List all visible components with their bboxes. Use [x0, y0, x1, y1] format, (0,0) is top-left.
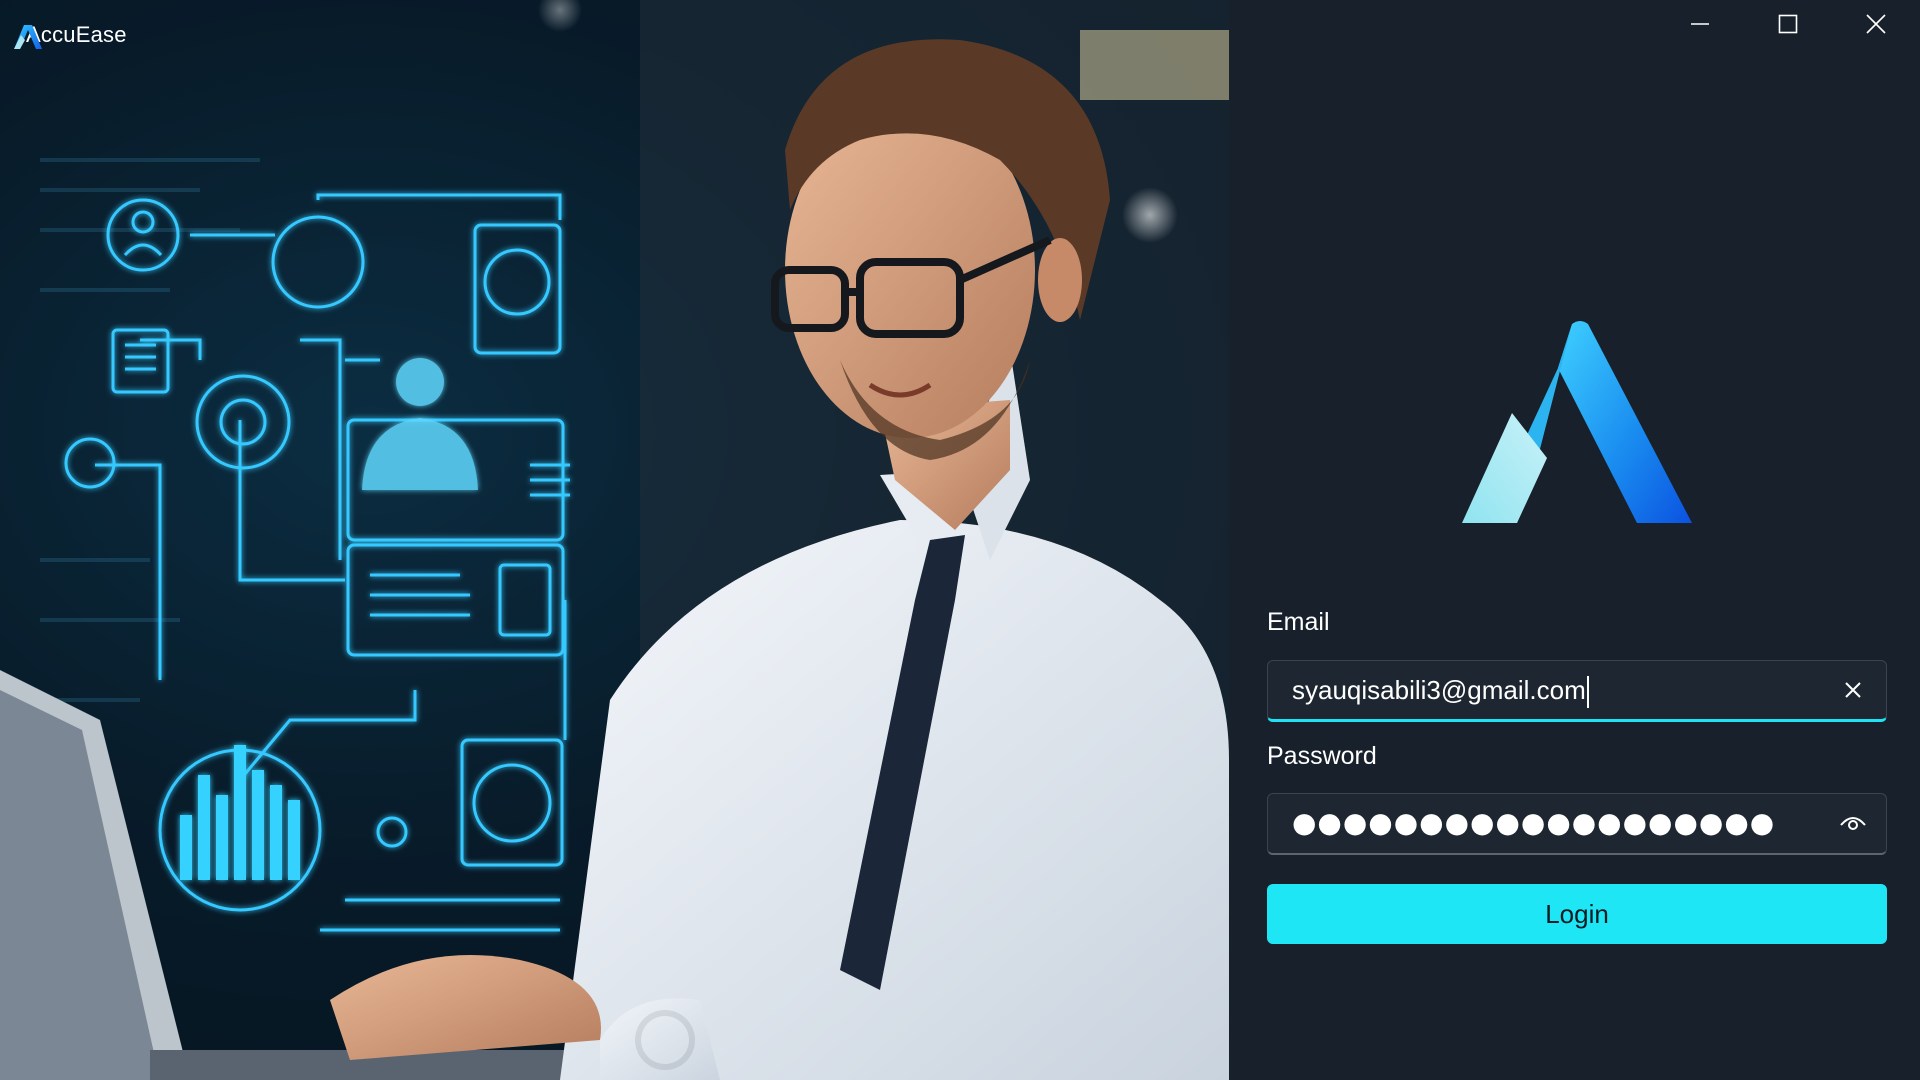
email-field[interactable]: syauqisabili3@gmail.com	[1267, 660, 1887, 722]
password-field[interactable]: ●●●●●●●●●●●●●●●●●●●	[1267, 793, 1887, 855]
hero-illustration: AccuEase	[0, 0, 1229, 1080]
email-input[interactable]: syauqisabili3@gmail.com	[1292, 675, 1812, 709]
accuease-logo	[1462, 318, 1692, 526]
maximize-button[interactable]	[1744, 0, 1832, 52]
password-label: Password	[1267, 742, 1377, 770]
app-window: AccuEase Email syauqisabili3@gmail.com P…	[0, 0, 1920, 1080]
eye-icon	[1840, 814, 1866, 837]
clear-x-icon	[1844, 681, 1862, 704]
login-panel: Email syauqisabili3@gmail.com Password ●…	[1229, 0, 1920, 1080]
close-icon	[1866, 13, 1886, 39]
minimize-icon	[1690, 14, 1710, 39]
text-caret	[1586, 676, 1589, 709]
title-bar: AccuEase	[12, 22, 127, 49]
reveal-password-button[interactable]	[1838, 810, 1868, 840]
email-value: syauqisabili3@gmail.com	[1292, 675, 1586, 705]
clear-email-button[interactable]	[1838, 677, 1868, 707]
accuease-a-logo-icon	[1462, 321, 1692, 523]
close-button[interactable]	[1832, 0, 1920, 52]
hero-artwork	[0, 0, 1229, 1080]
email-label: Email	[1267, 608, 1330, 636]
maximize-icon	[1778, 14, 1798, 39]
login-button[interactable]: Login	[1267, 884, 1887, 944]
minimize-button[interactable]	[1656, 0, 1744, 52]
password-input[interactable]: ●●●●●●●●●●●●●●●●●●●	[1292, 806, 1775, 839]
window-controls	[1656, 0, 1920, 52]
